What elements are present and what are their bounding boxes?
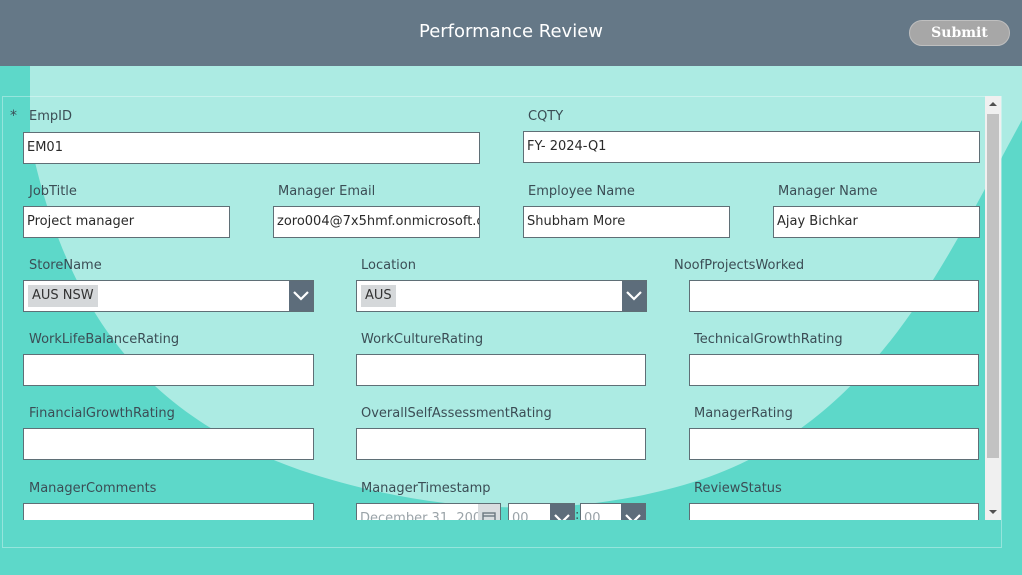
manager-name-input[interactable]: Ajay Bichkar xyxy=(773,206,980,238)
hour-value: 00 xyxy=(512,511,529,520)
review-status-input[interactable] xyxy=(689,503,979,520)
header-bar: Performance Review Submit xyxy=(0,0,1022,66)
work-culture-label: WorkCultureRating xyxy=(361,332,484,347)
required-indicator: * xyxy=(10,108,17,124)
time-separator: : xyxy=(575,508,580,520)
location-label: Location xyxy=(361,258,416,273)
vertical-scrollbar[interactable] xyxy=(985,96,1001,520)
noof-projects-input[interactable] xyxy=(689,280,979,312)
scroll-down-arrow-icon[interactable] xyxy=(985,504,1001,520)
work-life-label: WorkLifeBalanceRating xyxy=(29,332,180,347)
employee-name-label: Employee Name xyxy=(528,184,635,199)
cqty-label: CQTY xyxy=(528,109,564,124)
manager-timestamp-date-picker[interactable]: December 31, 2001 xyxy=(356,503,501,520)
store-name-selected-chip[interactable]: AUS NSW xyxy=(28,285,98,307)
scrollbar-thumb[interactable] xyxy=(987,114,999,458)
hour-chevron-down-icon[interactable] xyxy=(550,504,574,520)
empid-label: EmpID xyxy=(29,109,72,124)
store-name-label: StoreName xyxy=(29,258,102,273)
minute-value: 00 xyxy=(584,511,601,520)
job-title-label: JobTitle xyxy=(29,184,77,199)
technical-growth-label: TechnicalGrowthRating xyxy=(694,332,843,347)
cqty-input[interactable]: FY- 2024-Q1 xyxy=(523,131,980,163)
overall-self-label: OverallSelfAssessmentRating xyxy=(361,406,552,421)
store-name-dropdown[interactable]: AUS NSW xyxy=(23,280,314,312)
review-status-label: ReviewStatus xyxy=(694,481,782,496)
minute-select[interactable]: 00 xyxy=(580,503,646,520)
location-selected-chip[interactable]: AUS xyxy=(361,285,396,307)
date-placeholder: December 31, 2001 xyxy=(360,511,490,520)
submit-button[interactable]: Submit xyxy=(909,20,1010,46)
form-scroll-area: * EmpID EM01 CQTY FY- 2024-Q1 JobTitle P… xyxy=(0,96,985,520)
store-name-chevron-down-icon[interactable] xyxy=(289,281,313,311)
page-title: Performance Review xyxy=(418,21,603,42)
overall-self-input[interactable] xyxy=(356,428,646,460)
noof-projects-label: NoofProjectsWorked xyxy=(674,258,805,273)
location-chevron-down-icon[interactable] xyxy=(622,281,646,311)
calendar-icon[interactable] xyxy=(478,504,500,520)
manager-email-label: Manager Email xyxy=(278,184,376,199)
empid-input[interactable]: EM01 xyxy=(23,132,480,164)
job-title-input[interactable]: Project manager xyxy=(23,206,230,238)
manager-timestamp-label: ManagerTimestamp xyxy=(361,481,491,496)
manager-rating-input[interactable] xyxy=(689,428,979,460)
work-culture-input[interactable] xyxy=(356,354,646,386)
manager-email-input[interactable]: zoro004@7x5hmf.onmicrosoft.com xyxy=(273,206,480,238)
manager-comments-input[interactable] xyxy=(23,503,314,520)
minute-chevron-down-icon[interactable] xyxy=(621,504,645,520)
financial-growth-label: FinancialGrowthRating xyxy=(29,406,175,421)
employee-name-input[interactable]: Shubham More xyxy=(523,206,730,238)
manager-rating-label: ManagerRating xyxy=(694,406,793,421)
financial-growth-input[interactable] xyxy=(23,428,314,460)
work-life-input[interactable] xyxy=(23,354,314,386)
location-dropdown[interactable]: AUS xyxy=(356,280,647,312)
scroll-up-arrow-icon[interactable] xyxy=(985,96,1001,112)
hour-select[interactable]: 00 xyxy=(508,503,575,520)
manager-comments-label: ManagerComments xyxy=(29,481,157,496)
manager-name-label: Manager Name xyxy=(778,184,878,199)
technical-growth-input[interactable] xyxy=(689,354,979,386)
